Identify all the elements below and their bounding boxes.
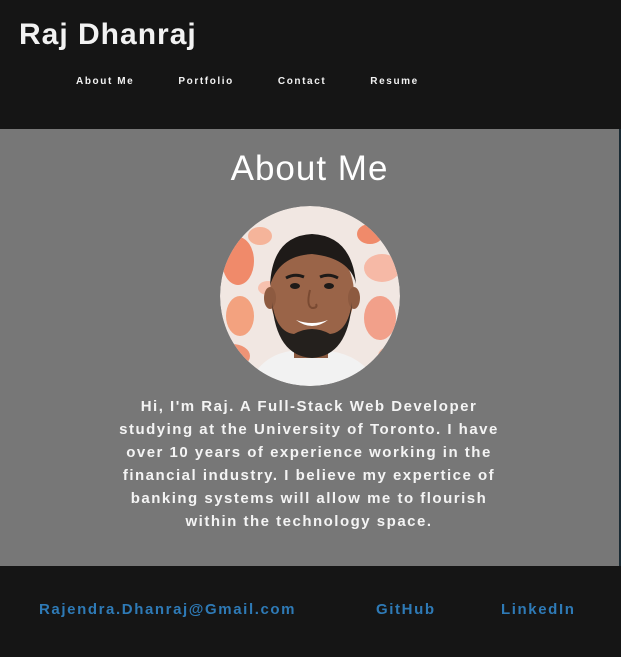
site-footer: Rajendra.Dhanraj@Gmail.com GitHub Linked… <box>0 566 621 657</box>
nav-about-me[interactable]: About Me <box>76 76 134 87</box>
github-link[interactable]: GitHub <box>376 600 436 620</box>
nav-resume[interactable]: Resume <box>370 76 419 87</box>
profile-photo <box>220 206 400 386</box>
profile-photo-image <box>220 206 400 386</box>
linkedin-link[interactable]: LinkedIn <box>501 600 575 620</box>
page: Raj Dhanraj About Me Portfolio Contact R… <box>0 0 621 657</box>
site-title: Raj Dhanraj <box>19 18 197 51</box>
about-heading: About Me <box>230 149 389 188</box>
main-nav: About Me Portfolio Contact Resume <box>76 74 419 88</box>
nav-contact[interactable]: Contact <box>278 76 326 87</box>
nav-portfolio[interactable]: Portfolio <box>178 76 234 87</box>
bio-text: Hi, I'm Raj. A Full-Stack Web Developer … <box>119 398 499 530</box>
email-link[interactable]: Rajendra.Dhanraj@Gmail.com <box>39 600 296 620</box>
site-header: Raj Dhanraj About Me Portfolio Contact R… <box>0 0 621 129</box>
